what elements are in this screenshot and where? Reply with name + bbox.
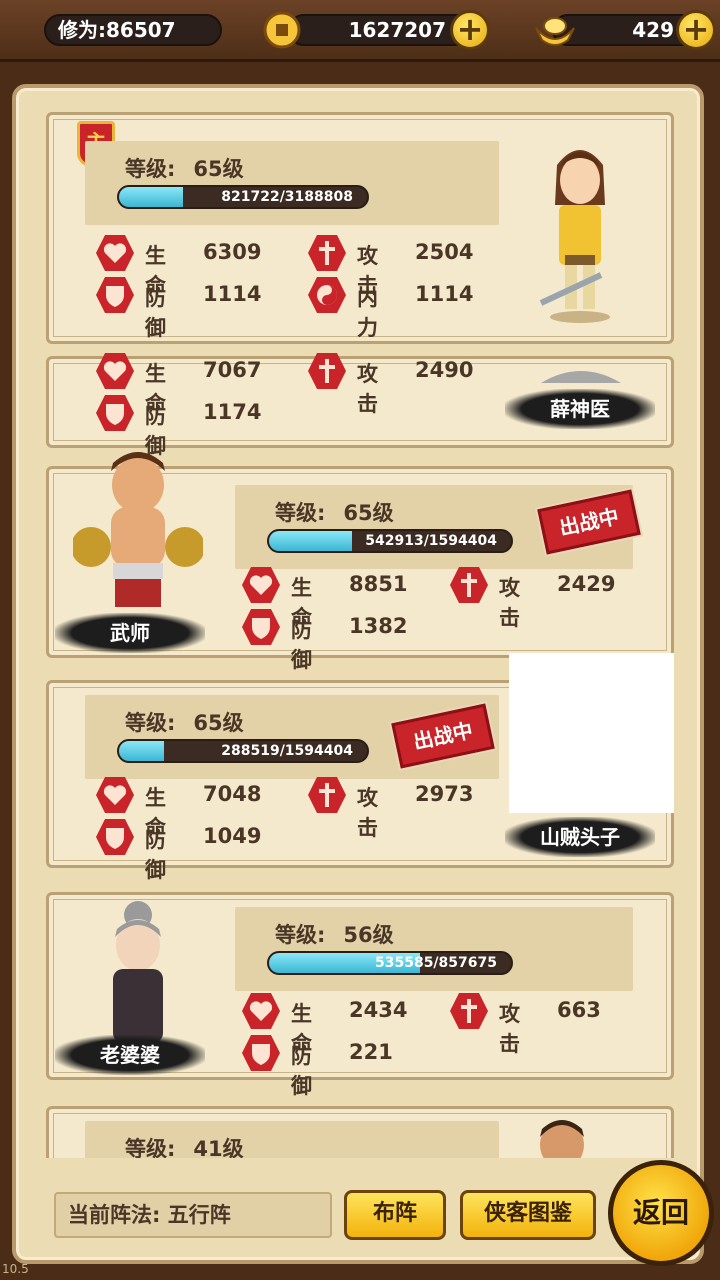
sword-icon: [450, 993, 488, 1029]
shield-icon: [242, 609, 280, 645]
gold-amount: 429: [632, 18, 674, 42]
hero-card-xueshenyi[interactable]: 生命 7067 攻击 2490 防御 1174 薛神医: [46, 353, 674, 458]
shield-icon: [96, 395, 134, 431]
heart-icon: [96, 353, 134, 389]
hero-name: 山贼头子: [505, 817, 655, 857]
version-label: 10.5: [2, 1262, 29, 1276]
xp-bar: 535585/857675: [267, 951, 513, 975]
xp-text: 821722/3188808: [221, 189, 353, 205]
hero-portrait: [539, 150, 610, 323]
return-button[interactable]: 返回: [608, 1160, 714, 1266]
hero-card-partial[interactable]: 等级: 41级: [46, 1106, 674, 1158]
heart-icon: [96, 235, 134, 271]
hero-portrait: [509, 653, 674, 813]
heart-icon: [242, 567, 280, 603]
hero-card-laopopo[interactable]: 等级: 56级 535585/857675 生命 2434 攻击 663 防御 221 …: [46, 892, 674, 1098]
sword-icon: [308, 235, 346, 271]
xp-text: 535585/857675: [374, 955, 497, 971]
hero-portrait: [541, 371, 621, 383]
level-label: 等级: 65级: [125, 157, 244, 181]
level-label: 等级: 41级: [125, 1137, 244, 1158]
hero-name: 老婆婆: [55, 1035, 205, 1075]
level-box: 等级: 41级: [85, 1121, 499, 1158]
hero-name: 武师: [55, 613, 205, 653]
gold-ingot-icon: [535, 17, 575, 46]
shield-icon: [96, 819, 134, 855]
current-formation: 当前阵法: 五行阵: [54, 1192, 332, 1238]
sword-icon: [308, 353, 346, 389]
coin-icon: [263, 11, 301, 49]
buzhen-button[interactable]: 布阵: [344, 1190, 446, 1240]
hero-card-main[interactable]: 主 等级:65级 821722/3188808 生命6309 攻击2504 防御…: [46, 112, 674, 344]
level-box: 等级: 65级 821722/3188808: [85, 141, 499, 225]
xp-bar: 821722/3188808: [117, 185, 369, 209]
sword-icon: [450, 567, 488, 603]
hero-list[interactable]: 主 等级:65级 821722/3188808 生命6309 攻击2504 防御…: [46, 112, 674, 1158]
hero-portrait: [540, 1120, 584, 1158]
hero-portrait: [113, 901, 163, 1043]
shield-icon: [242, 1035, 280, 1071]
xp-bar: 288519/1594404: [117, 739, 369, 763]
level-label: 等级: 65级: [275, 501, 394, 525]
top-bar: 修为:86507 1627207 + 429 +: [0, 0, 720, 62]
xp-text: 288519/1594404: [221, 743, 353, 759]
xp-bar: 542913/1594404: [267, 529, 513, 553]
level-label: 等级: 56级: [275, 923, 394, 947]
hero-card-wushi[interactable]: 等级: 65级 542913/1594404 出战中 生命 8851 攻击 2429 …: [46, 452, 674, 672]
coin-amount: 1627207: [348, 18, 446, 42]
add-gold-button[interactable]: +: [676, 10, 716, 50]
hero-name: 薛神医: [505, 389, 655, 429]
level-box: 等级: 56级 535585/857675: [235, 907, 633, 991]
sword-icon: [308, 777, 346, 813]
hero-gallery-button[interactable]: 侠客图鉴: [460, 1190, 596, 1240]
add-coin-button[interactable]: +: [450, 10, 490, 50]
heart-icon: [242, 993, 280, 1029]
xp-text: 542913/1594404: [365, 533, 497, 549]
shield-icon: [96, 277, 134, 313]
xiuwei-display: 修为:86507: [44, 14, 222, 46]
hero-portrait: [73, 452, 203, 607]
hero-card-shanzeitouzi[interactable]: 等级: 65级 288519/1594404 出战中 生命 7048 攻击 2973 …: [46, 653, 674, 882]
yinyang-icon: [308, 277, 346, 313]
level-label: 等级: 65级: [125, 711, 244, 735]
heart-icon: [96, 777, 134, 813]
